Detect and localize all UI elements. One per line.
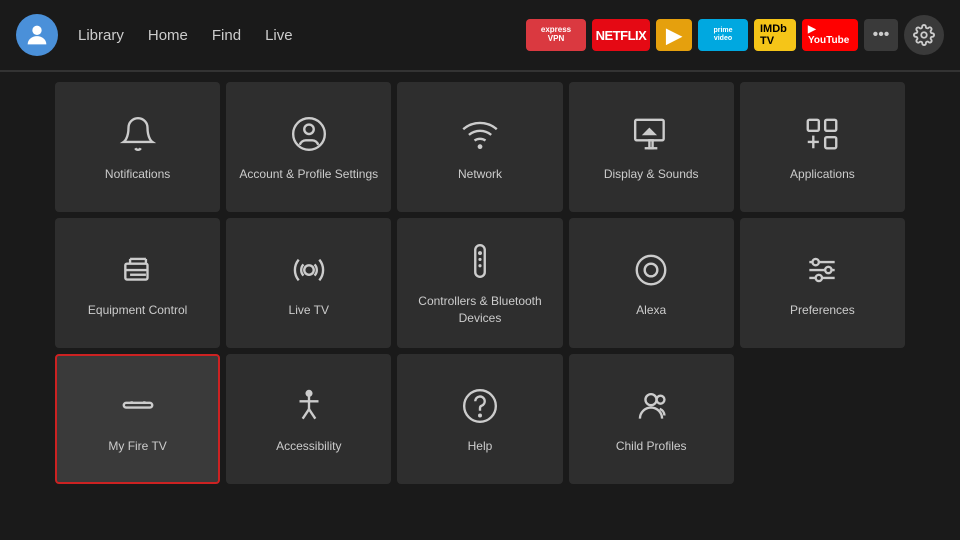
cell-controllers[interactable]: Controllers & Bluetooth Devices [397, 218, 562, 348]
child-profiles-icon [629, 384, 673, 428]
cell-preferences-label: Preferences [784, 302, 861, 319]
nav-find[interactable]: Find [212, 27, 241, 44]
cell-help[interactable]: Help [397, 354, 562, 484]
wifi-icon [458, 112, 502, 156]
nav-live[interactable]: Live [265, 27, 293, 44]
cell-display[interactable]: Display & Sounds [569, 82, 734, 212]
cell-help-label: Help [462, 438, 499, 455]
sliders-icon [800, 248, 844, 292]
top-nav: Library Home Find Live expressVPN NETFLI… [0, 0, 960, 70]
cell-account[interactable]: Account & Profile Settings [226, 82, 391, 212]
cell-applications[interactable]: Applications [740, 82, 905, 212]
app-prime[interactable]: primevideo [698, 19, 748, 51]
cell-accessibility-label: Accessibility [270, 438, 347, 455]
cell-controllers-label: Controllers & Bluetooth Devices [397, 293, 562, 327]
app-netflix[interactable]: NETFLIX [592, 19, 650, 51]
cell-notifications-label: Notifications [99, 166, 176, 183]
cell-livetv[interactable]: Live TV [226, 218, 391, 348]
help-icon [458, 384, 502, 428]
tv-remote-icon [116, 248, 160, 292]
settings-grid: Notifications Account & Profile Settings… [55, 82, 905, 484]
cell-preferences[interactable]: Preferences [740, 218, 905, 348]
cell-alexa-label: Alexa [630, 302, 672, 319]
person-circle-icon [287, 112, 331, 156]
app-icons: expressVPN NETFLIX ▶ primevideo IMDb TV … [526, 15, 944, 55]
app-youtube[interactable]: ▶ YouTube [802, 19, 858, 51]
apps-icon [800, 112, 844, 156]
cell-accessibility[interactable]: Accessibility [226, 354, 391, 484]
cell-childprofiles-label: Child Profiles [610, 438, 693, 455]
remote-icon [458, 239, 502, 283]
firestick-icon [116, 384, 160, 428]
cell-notifications[interactable]: Notifications [55, 82, 220, 212]
cell-childprofiles[interactable]: Child Profiles [569, 354, 734, 484]
cell-myfiretv[interactable]: My Fire TV [55, 354, 220, 484]
cell-equipment-label: Equipment Control [82, 302, 193, 319]
bell-icon [116, 112, 160, 156]
cell-applications-label: Applications [784, 166, 861, 183]
nav-home[interactable]: Home [148, 27, 188, 44]
cell-livetv-label: Live TV [283, 302, 335, 319]
display-sound-icon [629, 112, 673, 156]
antenna-icon [287, 248, 331, 292]
avatar[interactable] [16, 14, 58, 56]
cell-myfiretv-label: My Fire TV [102, 438, 172, 455]
app-imdb[interactable]: IMDb TV [754, 19, 796, 51]
nav-links: Library Home Find Live [78, 27, 293, 44]
cell-display-label: Display & Sounds [598, 166, 705, 183]
cell-network[interactable]: Network [397, 82, 562, 212]
nav-library[interactable]: Library [78, 27, 124, 44]
accessibility-icon [287, 384, 331, 428]
cell-alexa[interactable]: Alexa [569, 218, 734, 348]
alexa-icon [629, 248, 673, 292]
app-plex[interactable]: ▶ [656, 19, 692, 51]
cell-equipment[interactable]: Equipment Control [55, 218, 220, 348]
cell-account-label: Account & Profile Settings [233, 166, 384, 183]
app-expressvpn[interactable]: expressVPN [526, 19, 586, 51]
more-apps-button[interactable]: ••• [864, 19, 898, 51]
settings-gear-button[interactable] [904, 15, 944, 55]
settings-grid-area: Notifications Account & Profile Settings… [0, 72, 960, 494]
cell-network-label: Network [452, 166, 508, 183]
